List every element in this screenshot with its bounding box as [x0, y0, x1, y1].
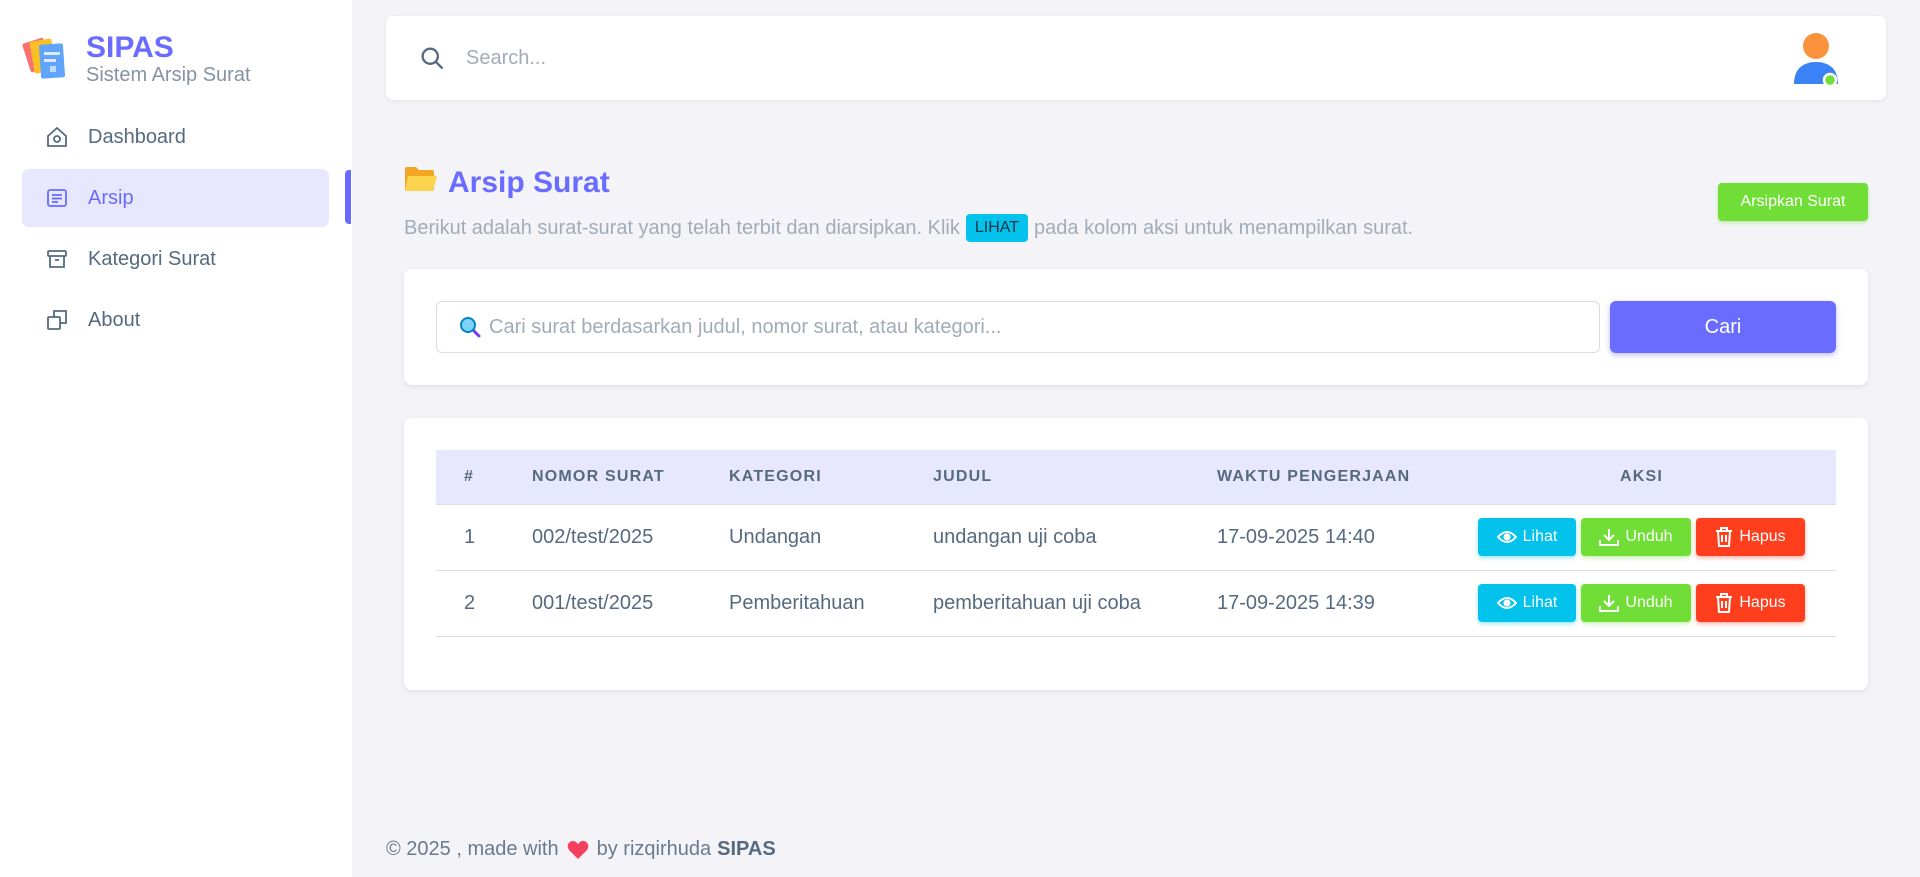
table-row: 2 001/test/2025 Pemberitahuan pemberitah… [436, 570, 1836, 637]
cell-aksi: Lihat Unduh Hapus [1447, 570, 1836, 637]
cell-nomor-surat: 001/test/2025 [532, 570, 729, 637]
arsipkan-surat-button[interactable]: Arsipkan Surat [1718, 183, 1868, 221]
search-surat-input[interactable] [489, 303, 1599, 351]
description-text: Berikut adalah surat-surat yang telah te… [404, 216, 960, 239]
topbar [386, 16, 1886, 100]
column-header-number: # [436, 450, 532, 505]
document-icon [44, 185, 70, 211]
cell-judul: pemberitahuan uji coba [933, 570, 1217, 637]
hapus-button[interactable]: Hapus [1696, 518, 1805, 556]
unduh-label: Unduh [1625, 528, 1673, 545]
footer-author: by rizqirhuda [596, 838, 712, 860]
download-icon [1599, 595, 1620, 612]
cell-kategori: Pemberitahuan [729, 570, 933, 637]
footer: © 2025 , made with by rizqirhuda SIPAS [386, 838, 776, 861]
heart-icon [567, 840, 589, 860]
column-header-judul: JUDUL [933, 450, 1217, 505]
column-header-nomor-surat: NOMOR SURAT [532, 450, 729, 505]
avatar[interactable] [1790, 28, 1842, 90]
unduh-label: Unduh [1625, 594, 1673, 611]
lihat-badge: LIHAT [965, 214, 1029, 242]
hapus-button[interactable]: Hapus [1696, 584, 1805, 622]
unduh-button[interactable]: Unduh [1581, 518, 1691, 556]
footer-brand-link[interactable]: SIPAS [717, 838, 776, 861]
cell-aksi: Lihat Unduh Hapus [1447, 504, 1836, 571]
table-header-row: # NOMOR SURAT KATEGORI JUDUL WAKTU PENGE… [436, 450, 1836, 505]
cell-judul: undangan uji coba [933, 504, 1217, 571]
sidebar-item-kategori-surat[interactable]: Kategori Surat [22, 230, 329, 288]
eye-icon [1496, 531, 1517, 543]
description-text: pada kolom aksi untuk menampilkan surat. [1034, 216, 1414, 239]
hapus-label: Hapus [1739, 594, 1786, 611]
sidebar-item-dashboard[interactable]: Dashboard [22, 108, 329, 166]
global-search-input[interactable] [466, 38, 1266, 78]
download-icon [1599, 529, 1620, 546]
sidebar-item-label: Kategori Surat [88, 247, 216, 270]
page-description: Berikut adalah surat-surat yang telah te… [404, 214, 1413, 242]
lihat-button[interactable]: Lihat [1478, 584, 1576, 622]
copy-icon [44, 307, 70, 333]
brand-subtitle: Sistem Arsip Surat [86, 64, 251, 86]
column-header-waktu: WAKTU PENGERJAAN [1217, 450, 1447, 505]
files-logo-icon [22, 30, 78, 86]
trash-icon [1716, 593, 1733, 613]
folder-icon [404, 164, 438, 202]
cari-button[interactable]: Cari [1610, 301, 1836, 353]
cell-waktu: 17-09-2025 14:39 [1217, 570, 1447, 637]
cell-number: 2 [436, 570, 532, 637]
arsip-table: # NOMOR SURAT KATEGORI JUDUL WAKTU PENGE… [436, 450, 1836, 637]
sidebar-item-arsip[interactable]: Arsip [22, 169, 329, 227]
brand-name: SIPAS [86, 31, 174, 64]
page-header: Arsip Surat Berikut adalah surat-surat y… [404, 164, 1413, 242]
sidebar: SIPAS Sistem Arsip Surat Dashboard Arsip… [0, 0, 352, 877]
sidebar-item-label: Dashboard [88, 125, 186, 148]
unduh-button[interactable]: Unduh [1581, 584, 1691, 622]
cell-kategori: Undangan [729, 504, 933, 571]
cell-nomor-surat: 002/test/2025 [532, 504, 729, 571]
search-icon [418, 44, 446, 77]
lihat-button[interactable]: Lihat [1478, 518, 1576, 556]
eye-icon [1496, 597, 1517, 609]
column-header-kategori: KATEGORI [729, 450, 933, 505]
arsip-table-card: # NOMOR SURAT KATEGORI JUDUL WAKTU PENGE… [404, 418, 1868, 690]
magnifier-icon [459, 316, 481, 338]
hapus-label: Hapus [1739, 528, 1786, 545]
table-row: 1 002/test/2025 Undangan undangan uji co… [436, 504, 1836, 571]
lihat-label: Lihat [1522, 594, 1558, 611]
cell-waktu: 17-09-2025 14:40 [1217, 504, 1447, 571]
filter-field [436, 301, 1600, 353]
sidebar-item-label: Arsip [88, 186, 134, 209]
archive-box-icon [44, 246, 70, 272]
search-card: Cari [404, 269, 1868, 385]
sidebar-item-label: About [88, 308, 141, 331]
footer-copyright: © 2025 , made with [386, 838, 559, 860]
active-menu-indicator [345, 170, 351, 224]
brand[interactable]: SIPAS Sistem Arsip Surat [22, 30, 251, 86]
column-header-aksi: AKSI [1447, 450, 1836, 505]
home-icon [44, 124, 70, 150]
sidebar-item-about[interactable]: About [22, 291, 329, 349]
lihat-label: Lihat [1522, 528, 1558, 545]
sidebar-menu: Dashboard Arsip Kategori Surat About [22, 108, 329, 352]
cell-number: 1 [436, 504, 532, 571]
page-title: Arsip Surat [448, 166, 610, 199]
trash-icon [1716, 527, 1733, 547]
